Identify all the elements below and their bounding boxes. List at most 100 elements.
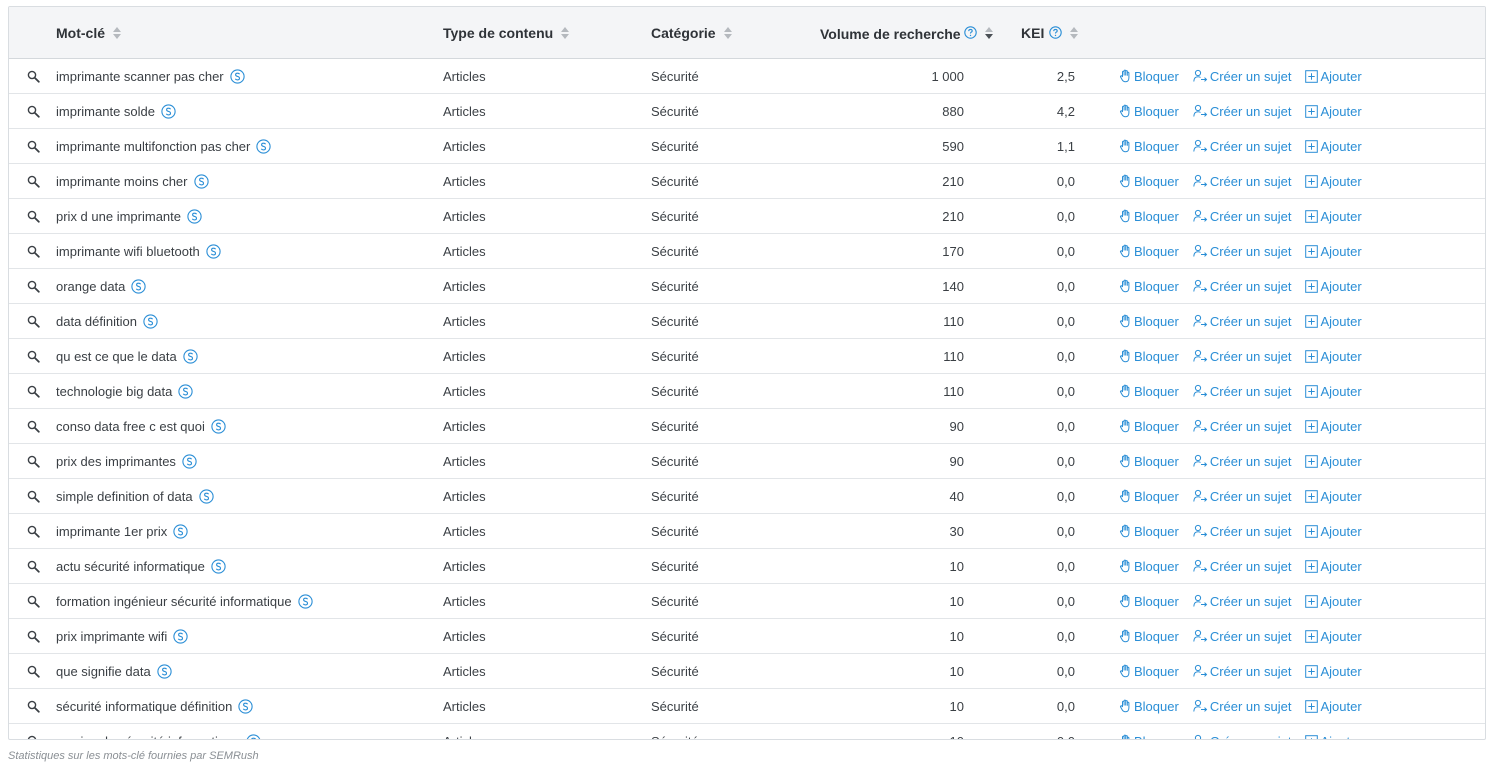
add-button[interactable]: Ajouter — [1305, 699, 1362, 714]
create-topic-button[interactable]: Créer un sujet — [1193, 174, 1291, 189]
block-button[interactable]: Bloquer — [1119, 314, 1179, 329]
add-button[interactable]: Ajouter — [1305, 629, 1362, 644]
header-volume[interactable]: Volume de recherche — [820, 7, 994, 58]
add-button[interactable]: Ajouter — [1305, 594, 1362, 609]
create-topic-button[interactable]: Créer un sujet — [1193, 664, 1291, 679]
google-search-icon[interactable] — [238, 698, 253, 714]
add-button[interactable]: Ajouter — [1305, 69, 1362, 84]
google-search-icon[interactable] — [182, 453, 197, 469]
sort-arrows-icon[interactable] — [561, 26, 570, 39]
google-search-icon[interactable] — [256, 138, 272, 154]
google-search-icon[interactable] — [178, 383, 194, 399]
google-search-icon[interactable] — [183, 348, 198, 364]
magnifier-icon[interactable] — [25, 409, 41, 443]
block-button[interactable]: Bloquer — [1119, 279, 1179, 294]
block-button[interactable]: Bloquer — [1119, 384, 1179, 399]
create-topic-button[interactable]: Créer un sujet — [1193, 314, 1291, 329]
add-button[interactable]: Ajouter — [1305, 419, 1362, 434]
block-button[interactable]: Bloquer — [1119, 734, 1179, 739]
magnifier-icon[interactable] — [25, 549, 41, 583]
magnifier-icon[interactable] — [25, 304, 41, 338]
add-button[interactable]: Ajouter — [1305, 664, 1362, 679]
add-button[interactable]: Ajouter — [1305, 209, 1362, 224]
magnifier-icon[interactable] — [25, 619, 41, 653]
magnifier-icon[interactable] — [25, 479, 41, 513]
block-button[interactable]: Bloquer — [1119, 244, 1179, 259]
magnifier-icon[interactable] — [25, 654, 41, 688]
magnifier-icon[interactable] — [25, 584, 41, 618]
block-button[interactable]: Bloquer — [1119, 559, 1179, 574]
google-search-icon[interactable] — [157, 663, 172, 679]
header-keyword[interactable]: Mot-clé — [56, 7, 121, 58]
magnifier-icon[interactable] — [25, 514, 41, 548]
add-button[interactable]: Ajouter — [1305, 384, 1362, 399]
create-topic-button[interactable]: Créer un sujet — [1193, 629, 1291, 644]
block-button[interactable]: Bloquer — [1119, 139, 1179, 154]
block-button[interactable]: Bloquer — [1119, 629, 1179, 644]
create-topic-button[interactable]: Créer un sujet — [1193, 524, 1291, 539]
create-topic-button[interactable]: Créer un sujet — [1193, 209, 1291, 224]
add-button[interactable]: Ajouter — [1305, 489, 1362, 504]
google-search-icon[interactable] — [173, 628, 188, 644]
magnifier-icon[interactable] — [25, 444, 41, 478]
google-search-icon[interactable] — [173, 523, 188, 539]
magnifier-icon[interactable] — [25, 94, 41, 128]
google-search-icon[interactable] — [206, 243, 221, 259]
create-topic-button[interactable]: Créer un sujet — [1193, 244, 1291, 259]
create-topic-button[interactable]: Créer un sujet — [1193, 384, 1291, 399]
add-button[interactable]: Ajouter — [1305, 244, 1362, 259]
magnifier-icon[interactable] — [25, 199, 41, 233]
header-content-type[interactable]: Type de contenu — [443, 7, 570, 58]
create-topic-button[interactable]: Créer un sujet — [1193, 419, 1291, 434]
add-button[interactable]: Ajouter — [1305, 524, 1362, 539]
block-button[interactable]: Bloquer — [1119, 594, 1179, 609]
question-circle-icon[interactable] — [1049, 26, 1063, 39]
create-topic-button[interactable]: Créer un sujet — [1193, 699, 1291, 714]
sort-arrows-icon-active[interactable] — [985, 26, 994, 39]
block-button[interactable]: Bloquer — [1119, 524, 1179, 539]
create-topic-button[interactable]: Créer un sujet — [1193, 734, 1291, 739]
magnifier-icon[interactable] — [25, 59, 41, 93]
google-search-icon[interactable] — [187, 208, 202, 224]
block-button[interactable]: Bloquer — [1119, 349, 1179, 364]
add-button[interactable]: Ajouter — [1305, 104, 1362, 119]
create-topic-button[interactable]: Créer un sujet — [1193, 594, 1291, 609]
magnifier-icon[interactable] — [25, 374, 41, 408]
magnifier-icon[interactable] — [25, 164, 41, 198]
magnifier-icon[interactable] — [25, 339, 41, 373]
add-button[interactable]: Ajouter — [1305, 174, 1362, 189]
block-button[interactable]: Bloquer — [1119, 174, 1179, 189]
google-search-icon[interactable] — [198, 488, 214, 504]
add-button[interactable]: Ajouter — [1305, 314, 1362, 329]
magnifier-icon[interactable] — [25, 689, 41, 723]
create-topic-button[interactable]: Créer un sujet — [1193, 69, 1291, 84]
create-topic-button[interactable]: Créer un sujet — [1193, 454, 1291, 469]
block-button[interactable]: Bloquer — [1119, 209, 1179, 224]
google-search-icon[interactable] — [211, 558, 226, 574]
header-kei[interactable]: KEI — [1021, 7, 1079, 58]
google-search-icon[interactable] — [297, 593, 313, 609]
google-search-icon[interactable] — [229, 68, 245, 84]
add-button[interactable]: Ajouter — [1305, 559, 1362, 574]
add-button[interactable]: Ajouter — [1305, 349, 1362, 364]
sort-arrows-icon[interactable] — [113, 26, 121, 39]
create-topic-button[interactable]: Créer un sujet — [1193, 349, 1291, 364]
block-button[interactable]: Bloquer — [1119, 454, 1179, 469]
create-topic-button[interactable]: Créer un sujet — [1193, 559, 1291, 574]
sort-arrows-icon[interactable] — [1070, 26, 1079, 39]
add-button[interactable]: Ajouter — [1305, 279, 1362, 294]
google-search-icon[interactable] — [246, 733, 261, 739]
google-search-icon[interactable] — [161, 103, 176, 119]
google-search-icon[interactable] — [131, 278, 147, 294]
google-search-icon[interactable] — [193, 173, 209, 189]
block-button[interactable]: Bloquer — [1119, 419, 1179, 434]
create-topic-button[interactable]: Créer un sujet — [1193, 279, 1291, 294]
add-button[interactable]: Ajouter — [1305, 454, 1362, 469]
block-button[interactable]: Bloquer — [1119, 664, 1179, 679]
magnifier-icon[interactable] — [25, 129, 41, 163]
magnifier-icon[interactable] — [25, 234, 41, 268]
create-topic-button[interactable]: Créer un sujet — [1193, 104, 1291, 119]
header-category[interactable]: Catégorie — [651, 7, 732, 58]
add-button[interactable]: Ajouter — [1305, 734, 1362, 739]
block-button[interactable]: Bloquer — [1119, 104, 1179, 119]
